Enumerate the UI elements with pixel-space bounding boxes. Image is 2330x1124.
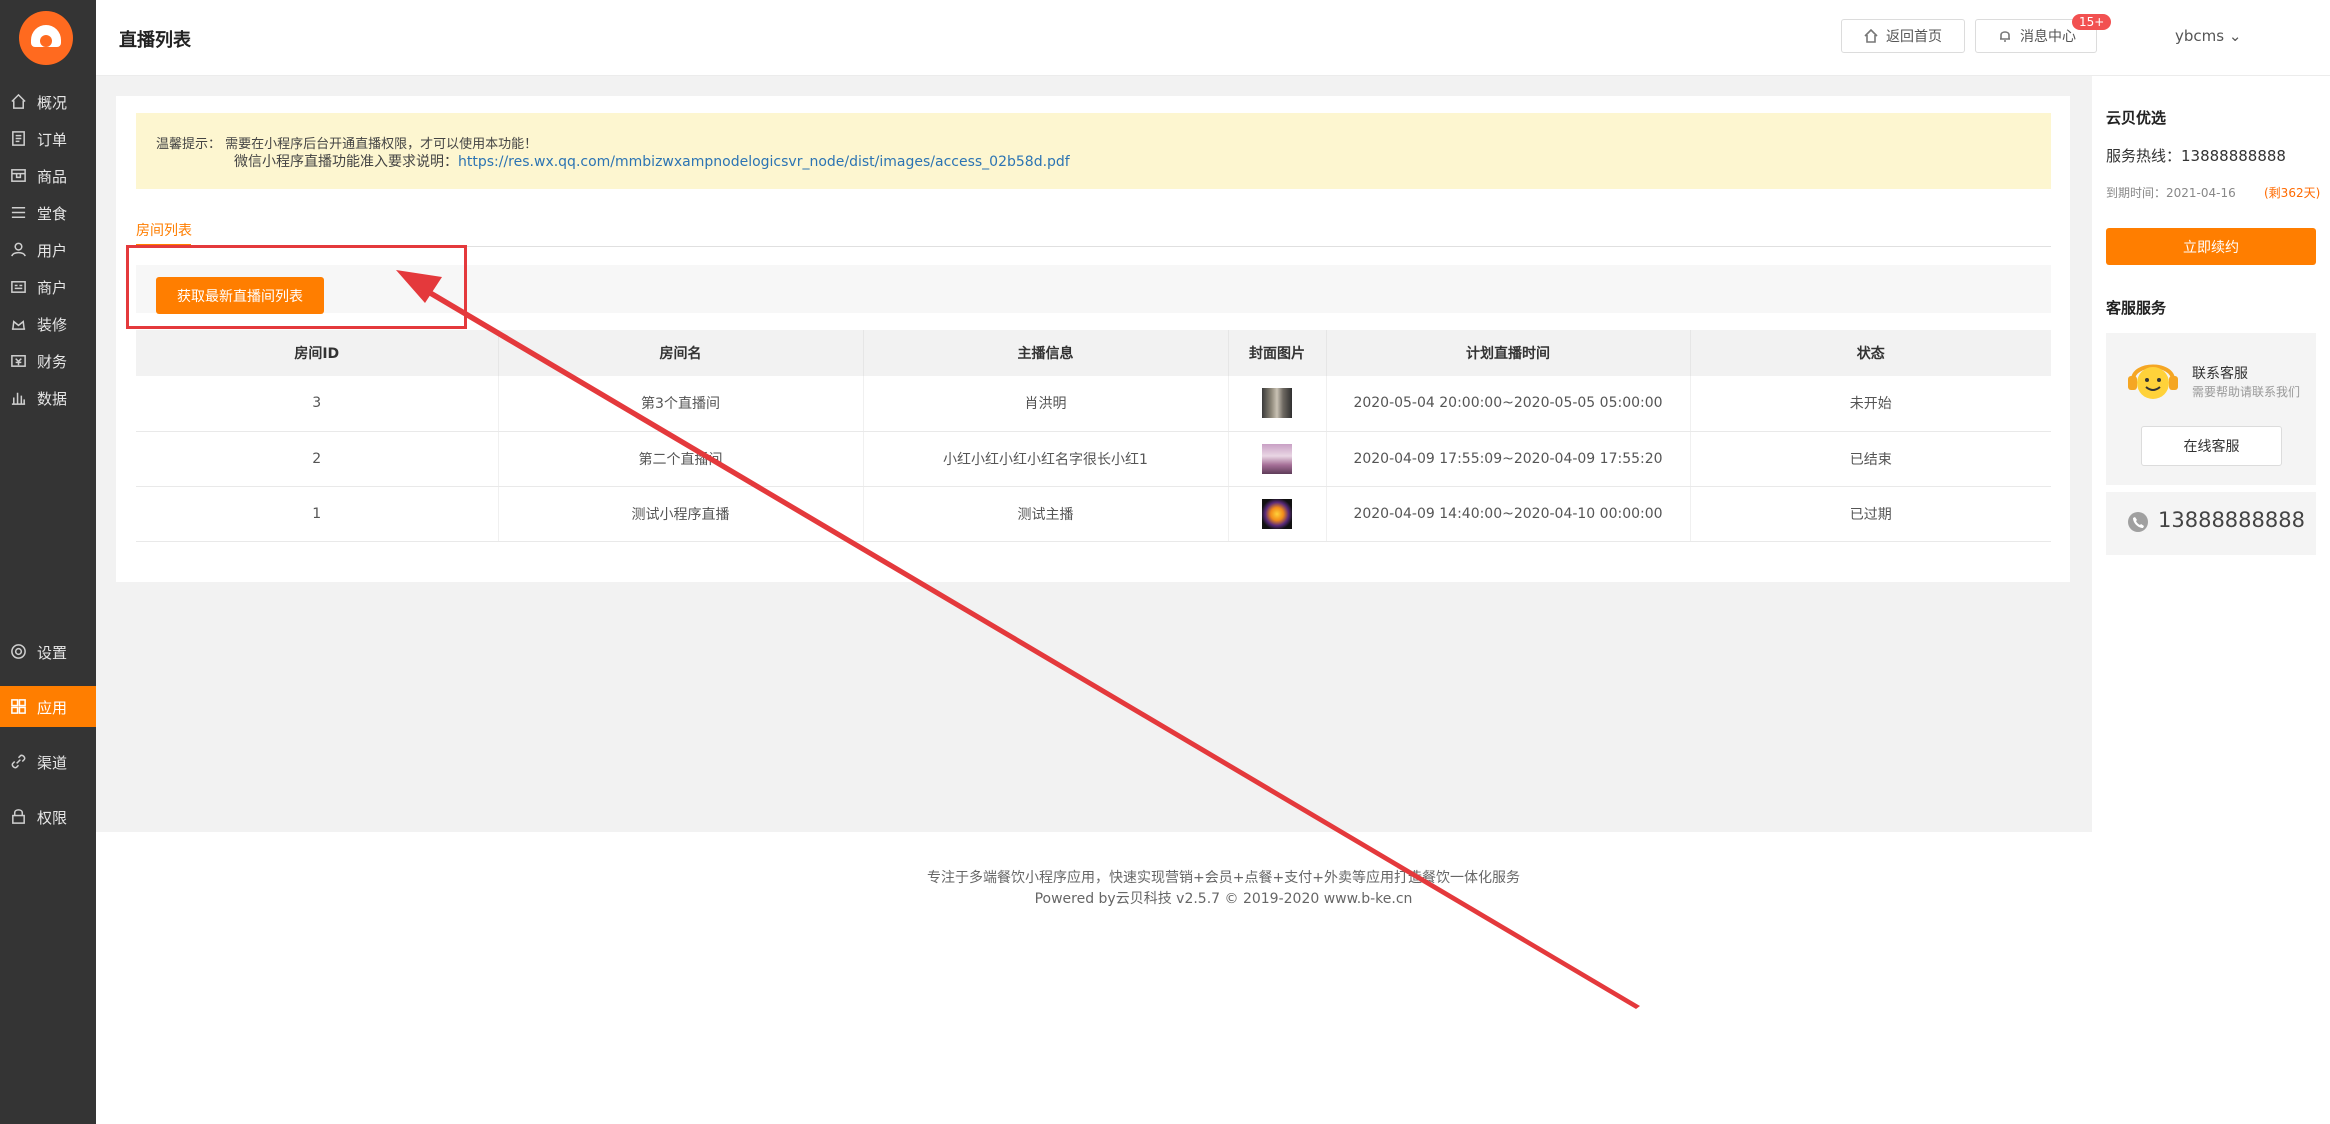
sidebar-item-users[interactable]: 用户	[0, 229, 96, 270]
online-service-button[interactable]: 在线客服	[2141, 426, 2282, 466]
anchor-info: 测试主播	[863, 486, 1229, 542]
cover-cell	[1228, 431, 1327, 487]
cover-image[interactable]	[1262, 388, 1292, 419]
brand-logo-icon[interactable]	[19, 11, 73, 65]
contact-label: 联系客服	[2192, 366, 2248, 382]
tab-room-list[interactable]: 房间列表	[136, 220, 192, 240]
room-id: 3	[136, 376, 499, 432]
back-home-button[interactable]: 返回首页	[1841, 19, 1965, 53]
bell-icon	[2000, 31, 2010, 42]
home-icon	[1864, 29, 1878, 43]
expire-date: 到期时间：2021-04-16	[2106, 186, 2236, 200]
service-section-title: 客服服务	[2106, 299, 2167, 317]
message-badge: 15+	[2072, 14, 2112, 30]
room-name: 第二个直播间	[498, 431, 864, 487]
footer-copyright: Powered by云贝科技 v2.5.7 © 2019-2020 www.b-…	[1034, 891, 1413, 907]
sidebar-item-overview[interactable]: 概况	[0, 81, 96, 122]
status-text: 已结束	[1690, 431, 2051, 487]
sidebar-item-data[interactable]: 数据	[0, 377, 96, 418]
sidebar-item-finance[interactable]: 财务	[0, 340, 96, 381]
remaining-days: (剩362天)	[2264, 186, 2321, 200]
col-header-cover: 封面图片	[1228, 330, 1327, 376]
decorate-icon	[11, 320, 26, 330]
lock-icon	[12, 809, 25, 824]
sidebar-item-label: 应用	[37, 699, 68, 717]
phone-icon	[2128, 512, 2148, 532]
sidebar-item-channels[interactable]: 渠道	[0, 741, 96, 782]
sidebar-item-label: 渠道	[37, 754, 68, 772]
sidebar-item-dine-in[interactable]: 堂食	[0, 192, 96, 233]
sidebar-item-label: 装修	[37, 316, 68, 334]
table-row: 1 测试小程序直播 测试主播 2020-04-09 14:40:00~2020-…	[136, 486, 2051, 542]
room-id: 2	[136, 431, 499, 487]
anchor-info: 肖洪明	[863, 376, 1229, 432]
room-name: 第3个直播间	[498, 376, 864, 432]
order-icon	[12, 131, 25, 146]
user-menu[interactable]: ybcms ⌄	[2175, 27, 2241, 45]
schedule-time: 2020-04-09 17:55:09~2020-04-09 17:55:20	[1326, 431, 1691, 487]
sidebar-item-merchants[interactable]: 商户	[0, 266, 96, 307]
renew-button[interactable]: 立即续约	[2106, 228, 2316, 265]
dine-in-icon	[11, 207, 26, 218]
table-row: 2 第二个直播间 小红小红小红小红名字很长小红1 2020-04-09 17:5…	[136, 431, 2051, 487]
cover-image[interactable]	[1262, 498, 1292, 529]
sidebar-item-goods[interactable]: 商品	[0, 155, 96, 196]
footer-slogan: 专注于多端餐饮小程序应用，快速实现营销+会员+点餐+支付+外卖等应用打造餐饮一体…	[927, 870, 1520, 886]
notice-banner: 温馨提示： 需要在小程序后台开通直播权限，才可以使用本功能！ 微信小程序直播功能…	[136, 113, 2051, 189]
sidebar-item-decorate[interactable]: 装修	[0, 303, 96, 344]
sidebar-item-orders[interactable]: 订单	[0, 118, 96, 159]
sidebar-item-label: 数据	[37, 390, 68, 408]
doc-link[interactable]: https://res.wx.qq.com/mmbizwxampnodelogi…	[458, 154, 1070, 170]
room-table: 房间ID 房间名 主播信息 封面图片 计划直播时间 状态 3 第3个直播间 肖洪…	[136, 330, 2051, 542]
page-title: 直播列表	[119, 30, 191, 51]
sidebar-item-label: 权限	[37, 809, 68, 827]
service-hotline: 服务热线：13888888888	[2106, 147, 2286, 165]
col-header-schedule: 计划直播时间	[1326, 330, 1691, 376]
apps-icon	[11, 699, 26, 714]
chevron-down-icon: ⌄	[2228, 27, 2242, 45]
merchant-icon	[11, 281, 26, 293]
sidebar-item-label: 堂食	[37, 205, 68, 223]
col-header-room-name: 房间名	[498, 330, 864, 376]
user-icon	[11, 242, 26, 257]
col-header-anchor: 主播信息	[863, 330, 1229, 376]
col-header-status: 状态	[1690, 330, 2051, 376]
home-icon	[11, 93, 26, 109]
sidebar-item-label: 商户	[37, 279, 68, 297]
cover-cell	[1228, 376, 1327, 432]
room-id: 1	[136, 486, 499, 542]
table-header-row: 房间ID 房间名 主播信息 封面图片 计划直播时间 状态	[136, 330, 2051, 376]
sidebar-item-label: 订单	[37, 131, 68, 149]
status-text: 未开始	[1690, 376, 2051, 432]
room-name: 测试小程序直播	[498, 486, 864, 542]
annotation-highlight-box	[126, 245, 467, 329]
anchor-info: 小红小红小红小红名字很长小红1	[863, 431, 1229, 487]
sidebar-item-label: 设置	[37, 644, 68, 662]
sidebar-item-permissions[interactable]: 权限	[0, 796, 96, 837]
goods-icon	[11, 169, 26, 182]
col-header-room-id: 房间ID	[136, 330, 499, 376]
cover-image[interactable]	[1262, 443, 1292, 474]
settings-icon	[11, 644, 26, 659]
cover-cell	[1228, 486, 1327, 542]
sidebar-item-label: 财务	[37, 353, 68, 371]
sidebar-item-label: 概况	[37, 94, 68, 112]
sidebar-item-apps[interactable]: 应用	[0, 686, 96, 727]
data-icon	[11, 392, 26, 405]
phone-number: 13888888888	[2158, 508, 2305, 532]
channel-icon	[11, 754, 26, 769]
sidebar: 概况 订单 商品 堂食 用户 商户 装修 财务 数据 设置 应用 渠道 权限	[0, 0, 96, 1124]
sidebar-item-settings[interactable]: 设置	[0, 631, 96, 672]
customer-service-icon	[2128, 364, 2178, 399]
brand-title: 云贝优选	[2106, 109, 2167, 127]
finance-icon	[11, 355, 26, 367]
table-row: 3 第3个直播间 肖洪明 2020-05-04 20:00:00~2020-05…	[136, 376, 2051, 432]
sidebar-item-label: 商品	[37, 168, 68, 186]
schedule-time: 2020-05-04 20:00:00~2020-05-05 05:00:00	[1326, 376, 1691, 432]
status-text: 已过期	[1690, 486, 2051, 542]
contact-description: 需要帮助请联系我们	[2192, 385, 2301, 399]
sidebar-item-label: 用户	[37, 242, 68, 260]
schedule-time: 2020-04-09 14:40:00~2020-04-10 00:00:00	[1326, 486, 1691, 542]
